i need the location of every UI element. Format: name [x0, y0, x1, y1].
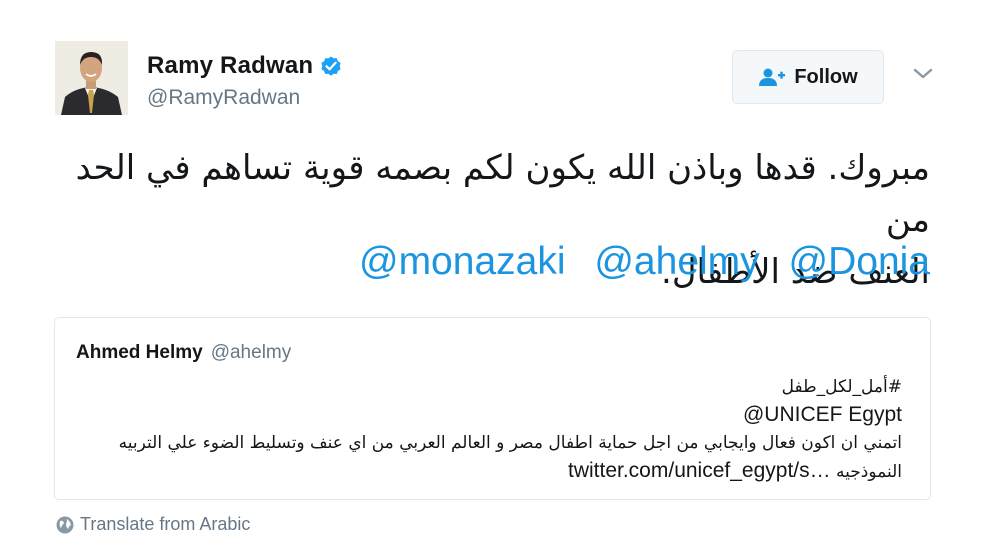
quoted-hashtag: #أمل_لكل_طفل	[781, 377, 902, 397]
quoted-tweet-card[interactable]: Ahmed Helmy @ahelmy #أمل_لكل_طفل @UNICEF…	[54, 317, 931, 500]
avatar-photo	[55, 41, 128, 115]
quoted-tweet-body: #أمل_لكل_طفل @UNICEF Egypt اتمني ان اكون…	[102, 373, 902, 486]
tweet-mentions: @monazaki @ahelmy @Donia	[60, 238, 930, 286]
author-display-name[interactable]: Ramy Radwan	[147, 52, 313, 80]
more-options-chevron-down-icon[interactable]	[912, 66, 934, 82]
quoted-mention: @UNICEF Egypt	[742, 403, 902, 426]
quoted-body-line-2: النموذجيه twitter.com/unicef_egypt/s…	[102, 457, 902, 486]
quoted-body-line-2-arabic: النموذجيه	[836, 462, 902, 482]
tweet-container: Ramy Radwan @RamyRadwan Follow مبروك. قد…	[0, 0, 984, 550]
tweet-text-line-1: مبروك. قدها وباذن الله يكون لكم بصمه قوي…	[75, 148, 930, 240]
mention-link-donia[interactable]: @Donia	[789, 240, 931, 283]
quoted-author-handle: @ahelmy	[210, 342, 292, 363]
translate-label: Translate from Arabic	[80, 514, 251, 534]
author-handle[interactable]: @RamyRadwan	[147, 86, 300, 110]
quoted-link: twitter.com/unicef_egypt/s…	[568, 459, 831, 482]
quoted-body-line-1: اتمني ان اكون فعال وايجابي من اجل حماية …	[118, 433, 902, 453]
follow-button-label: Follow	[794, 65, 858, 88]
globe-icon	[56, 516, 74, 534]
follow-user-plus-icon	[758, 68, 786, 86]
author-name-row[interactable]: Ramy Radwan	[147, 52, 343, 80]
mention-link-monazaki[interactable]: @monazaki	[359, 240, 566, 283]
follow-button[interactable]: Follow	[732, 50, 884, 104]
verified-badge-icon	[319, 54, 343, 78]
quoted-tweet-header: Ahmed Helmy @ahelmy	[76, 342, 291, 364]
translate-link[interactable]: Translate from Arabic	[56, 514, 250, 535]
quoted-author-name: Ahmed Helmy	[76, 342, 203, 363]
mention-link-ahelmy[interactable]: @ahelmy	[594, 240, 759, 283]
avatar[interactable]	[55, 41, 128, 115]
